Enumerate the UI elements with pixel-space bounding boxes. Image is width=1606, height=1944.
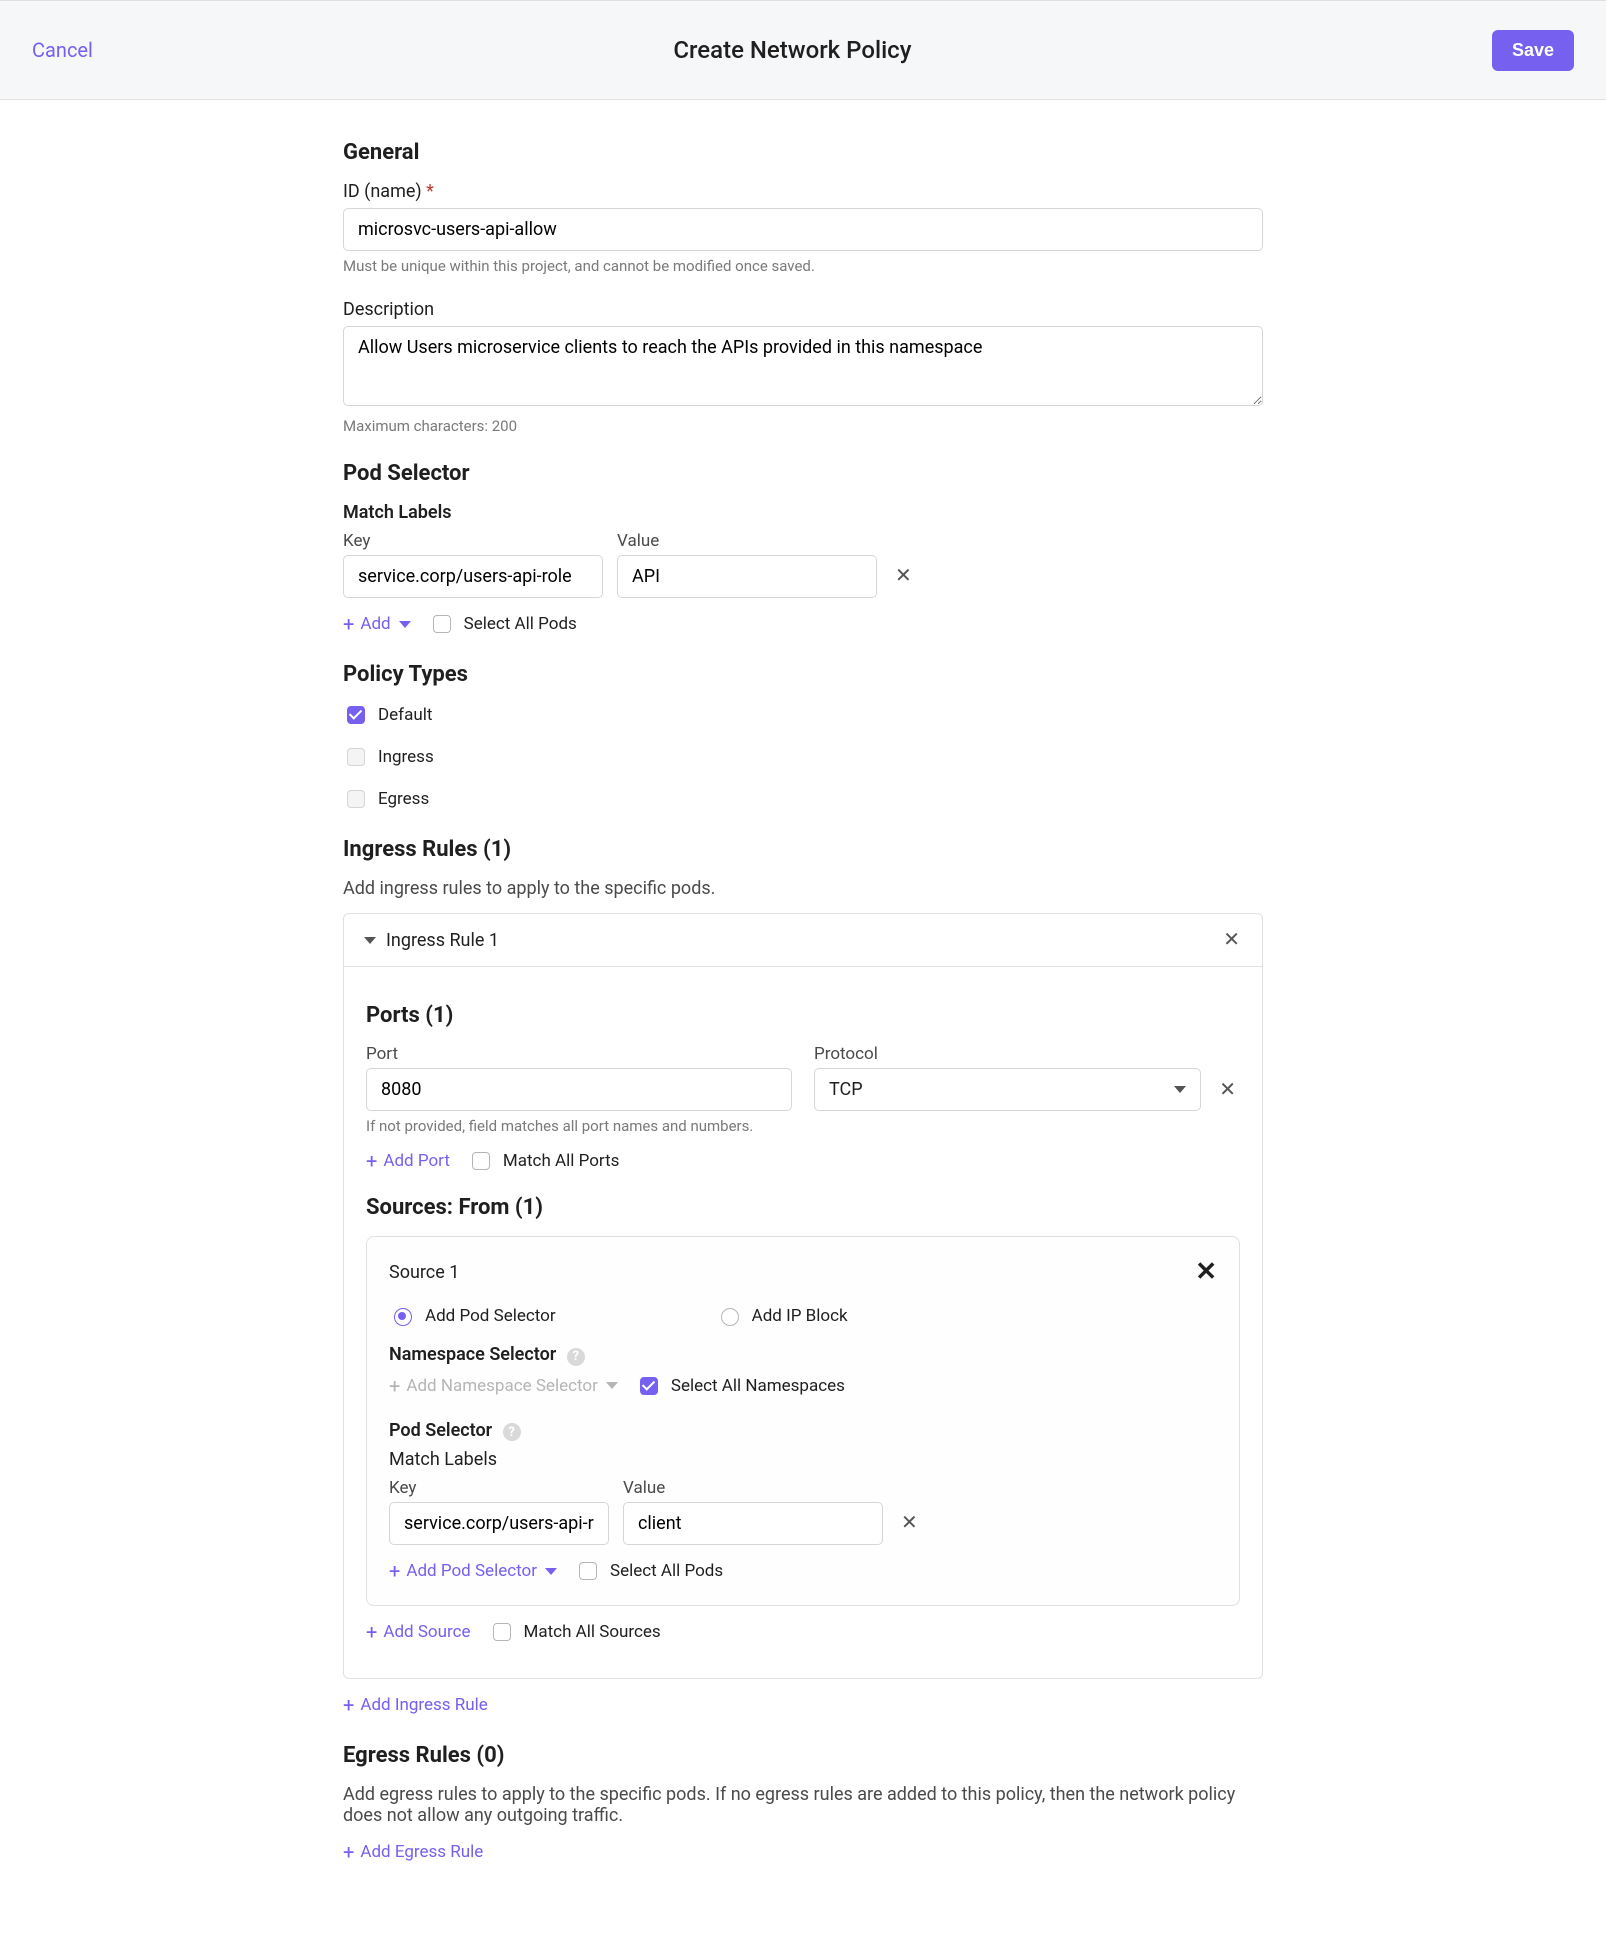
source-match-label-key-input[interactable] xyxy=(389,1502,609,1545)
plus-icon: + xyxy=(366,1620,377,1644)
value-column-head: Value xyxy=(617,531,877,551)
add-ip-block-radio[interactable] xyxy=(721,1308,739,1326)
save-button[interactable]: Save xyxy=(1492,30,1574,71)
sources-heading: Sources: From (1) xyxy=(366,1195,1240,1220)
plus-icon: + xyxy=(343,1693,354,1717)
section-general-heading: General xyxy=(343,140,1263,165)
remove-port-button[interactable]: ✕ xyxy=(1215,1076,1240,1104)
add-port-button[interactable]: + Add Port xyxy=(366,1149,450,1173)
source-key-column-head: Key xyxy=(389,1478,609,1498)
close-icon: ✕ xyxy=(895,565,912,587)
source-pod-selector-heading: Pod Selector ? xyxy=(389,1420,1217,1442)
section-podselector-heading: Pod Selector xyxy=(343,461,1263,486)
close-icon: ✕ xyxy=(1195,1257,1217,1287)
key-column-head: Key xyxy=(343,531,603,551)
id-input[interactable] xyxy=(343,208,1263,251)
add-pod-selector-radio-label: Add Pod Selector xyxy=(425,1306,556,1326)
select-all-pods-checkbox[interactable] xyxy=(433,615,451,633)
policytype-ingress-label: Ingress xyxy=(378,747,434,767)
port-column-head: Port xyxy=(366,1044,792,1064)
add-namespace-selector-button: + Add Namespace Selector xyxy=(389,1374,618,1398)
match-labels-heading: Match Labels xyxy=(343,502,1263,523)
select-all-namespaces-label: Select All Namespaces xyxy=(671,1376,845,1396)
protocol-column-head: Protocol xyxy=(814,1044,1240,1064)
plus-icon: + xyxy=(389,1559,400,1583)
source-title: Source 1 xyxy=(389,1262,459,1283)
add-match-label-button[interactable]: + Add xyxy=(343,612,411,636)
ports-heading: Ports (1) xyxy=(366,1003,1240,1028)
select-all-namespaces-checkbox[interactable] xyxy=(640,1377,658,1395)
source-select-all-pods-checkbox[interactable] xyxy=(579,1562,597,1580)
add-ip-block-radio-label: Add IP Block xyxy=(752,1306,848,1326)
ingress-rule-panel: Ingress Rule 1 ✕ Ports (1) Port If not p… xyxy=(343,913,1263,1679)
plus-icon: + xyxy=(366,1149,377,1173)
help-icon[interactable]: ? xyxy=(567,1348,585,1366)
protocol-select[interactable]: TCP xyxy=(814,1068,1201,1111)
chevron-down-icon xyxy=(545,1568,557,1575)
topbar: Cancel Create Network Policy Save xyxy=(0,0,1606,100)
close-icon: ✕ xyxy=(1219,1079,1236,1101)
source-match-labels-heading: Match Labels xyxy=(389,1449,1217,1470)
match-all-sources-checkbox[interactable] xyxy=(493,1623,511,1641)
select-all-pods-label: Select All Pods xyxy=(464,614,577,634)
match-label-value-input[interactable] xyxy=(617,555,877,598)
form-content: General ID (name) * Must be unique withi… xyxy=(343,140,1263,1864)
source-value-column-head: Value xyxy=(623,1478,883,1498)
match-label-key-input[interactable] xyxy=(343,555,603,598)
chevron-down-icon xyxy=(364,937,376,944)
id-help-text: Must be unique within this project, and … xyxy=(343,257,1263,275)
add-ingress-rule-button[interactable]: + Add Ingress Rule xyxy=(343,1693,488,1717)
port-input[interactable] xyxy=(366,1068,792,1111)
plus-icon: + xyxy=(389,1374,400,1398)
policytype-default-label: Default xyxy=(378,705,432,725)
add-source-button[interactable]: + Add Source xyxy=(366,1620,471,1644)
remove-source-label-button[interactable]: ✕ xyxy=(897,1509,922,1537)
section-ingress-heading: Ingress Rules (1) xyxy=(343,837,1263,862)
chevron-down-icon xyxy=(1174,1086,1186,1093)
ingress-rule-title: Ingress Rule 1 xyxy=(386,930,499,951)
id-label: ID (name) * xyxy=(343,181,1263,202)
section-policytypes-heading: Policy Types xyxy=(343,662,1263,687)
chevron-down-icon xyxy=(399,621,411,628)
policytype-egress-label: Egress xyxy=(378,789,429,809)
description-textarea[interactable] xyxy=(343,326,1263,406)
add-pod-selector-radio[interactable] xyxy=(394,1308,412,1326)
port-help-text: If not provided, field matches all port … xyxy=(366,1117,792,1135)
close-icon: ✕ xyxy=(901,1512,918,1534)
source-match-labels-row: Key Value ✕ xyxy=(389,1478,1217,1545)
source-match-label-value-input[interactable] xyxy=(623,1502,883,1545)
match-all-ports-checkbox[interactable] xyxy=(472,1152,490,1170)
add-egress-rule-button[interactable]: + Add Egress Rule xyxy=(343,1840,483,1864)
description-label: Description xyxy=(343,299,1263,320)
cancel-link[interactable]: Cancel xyxy=(32,38,93,62)
remove-source-button[interactable]: ✕ xyxy=(1195,1257,1217,1287)
policytype-egress-checkbox[interactable] xyxy=(347,790,365,808)
source-card: Source 1 ✕ Add Pod Selector Add IP Block xyxy=(366,1236,1240,1606)
ingress-desc: Add ingress rules to apply to the specif… xyxy=(343,878,1263,899)
section-egress-heading: Egress Rules (0) xyxy=(343,1743,1263,1768)
close-icon: ✕ xyxy=(1223,929,1240,951)
plus-icon: + xyxy=(343,1840,354,1864)
egress-desc: Add egress rules to apply to the specifi… xyxy=(343,1784,1263,1826)
remove-ingress-rule-button[interactable]: ✕ xyxy=(1219,926,1244,954)
source-select-all-pods-label: Select All Pods xyxy=(610,1561,723,1581)
add-pod-selector-button[interactable]: + Add Pod Selector xyxy=(389,1559,557,1583)
match-labels-row: Key Value ✕ xyxy=(343,531,1263,598)
ingress-rule-header[interactable]: Ingress Rule 1 ✕ xyxy=(344,914,1262,967)
chevron-down-icon xyxy=(606,1382,618,1389)
plus-icon: + xyxy=(343,612,354,636)
description-help-text: Maximum characters: 200 xyxy=(343,417,1263,435)
match-all-ports-label: Match All Ports xyxy=(503,1151,620,1171)
policytype-default-checkbox[interactable] xyxy=(347,706,365,724)
namespace-selector-heading: Namespace Selector ? xyxy=(389,1344,1217,1366)
help-icon[interactable]: ? xyxy=(503,1423,521,1441)
policytype-ingress-checkbox[interactable] xyxy=(347,748,365,766)
match-all-sources-label: Match All Sources xyxy=(524,1622,661,1642)
page-title: Create Network Policy xyxy=(673,36,911,64)
remove-label-button[interactable]: ✕ xyxy=(891,562,916,590)
